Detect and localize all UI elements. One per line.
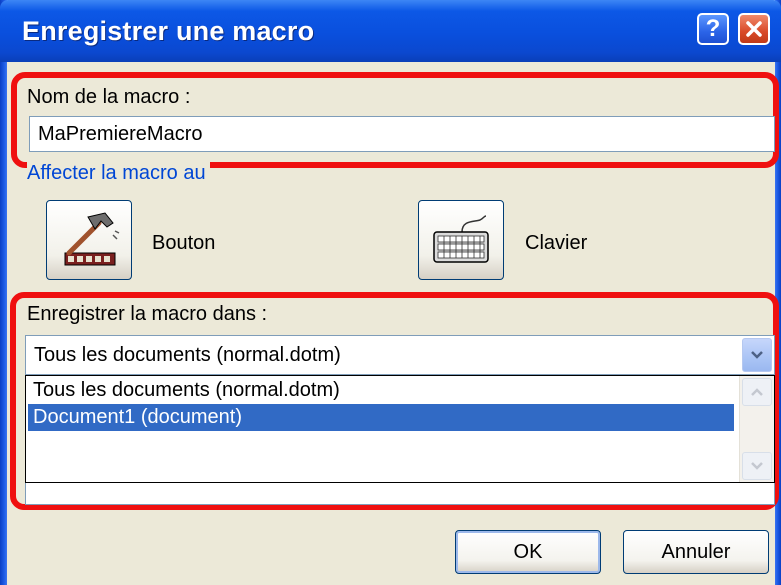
- assign-group-legend: Affecter la macro au: [27, 162, 210, 185]
- chevron-down-icon: [751, 351, 763, 359]
- window-frame-left: [0, 0, 7, 585]
- assign-button-label: Bouton: [152, 232, 216, 254]
- close-icon: [746, 21, 762, 37]
- help-icon: ?: [705, 15, 721, 42]
- title-bar[interactable]: Enregistrer une macro ?: [0, 0, 781, 62]
- assign-to-keyboard[interactable]: [418, 200, 504, 280]
- help-button[interactable]: ?: [697, 13, 729, 45]
- store-in-label: Enregistrer la macro dans :: [27, 303, 268, 325]
- store-in-selected: Tous les documents (normal.dotm): [34, 344, 341, 366]
- cancel-button[interactable]: Annuler: [623, 530, 769, 574]
- ok-button[interactable]: OK: [455, 530, 601, 574]
- assign-to-button[interactable]: [46, 200, 132, 280]
- list-scrollbar[interactable]: [739, 376, 774, 482]
- keyboard-icon: [433, 215, 489, 263]
- macro-name-label: Nom de la macro :: [27, 86, 191, 108]
- store-in-dropdown[interactable]: Tous les documents (normal.dotm): [25, 335, 775, 375]
- dialog-body: Nom de la macro : MaPremiereMacro Affect…: [7, 62, 779, 585]
- chevron-down-icon: [751, 462, 763, 470]
- list-option-document1[interactable]: Document1 (document): [28, 404, 734, 431]
- close-button[interactable]: [738, 13, 770, 45]
- scroll-down-button[interactable]: [742, 452, 772, 480]
- hammer-icon: [64, 212, 120, 266]
- dropdown-arrow-button[interactable]: [742, 338, 772, 372]
- macro-name-input[interactable]: MaPremiereMacro: [29, 116, 775, 152]
- assign-keyboard-label: Clavier: [525, 232, 588, 254]
- store-in-options-list[interactable]: Tous les documents (normal.dotm) Documen…: [25, 375, 775, 483]
- list-footer: [25, 483, 775, 505]
- list-option-normal[interactable]: Tous les documents (normal.dotm): [28, 377, 340, 404]
- chevron-up-icon: [751, 388, 763, 396]
- dialog-title: Enregistrer une macro: [22, 16, 315, 46]
- scroll-up-button[interactable]: [742, 378, 772, 406]
